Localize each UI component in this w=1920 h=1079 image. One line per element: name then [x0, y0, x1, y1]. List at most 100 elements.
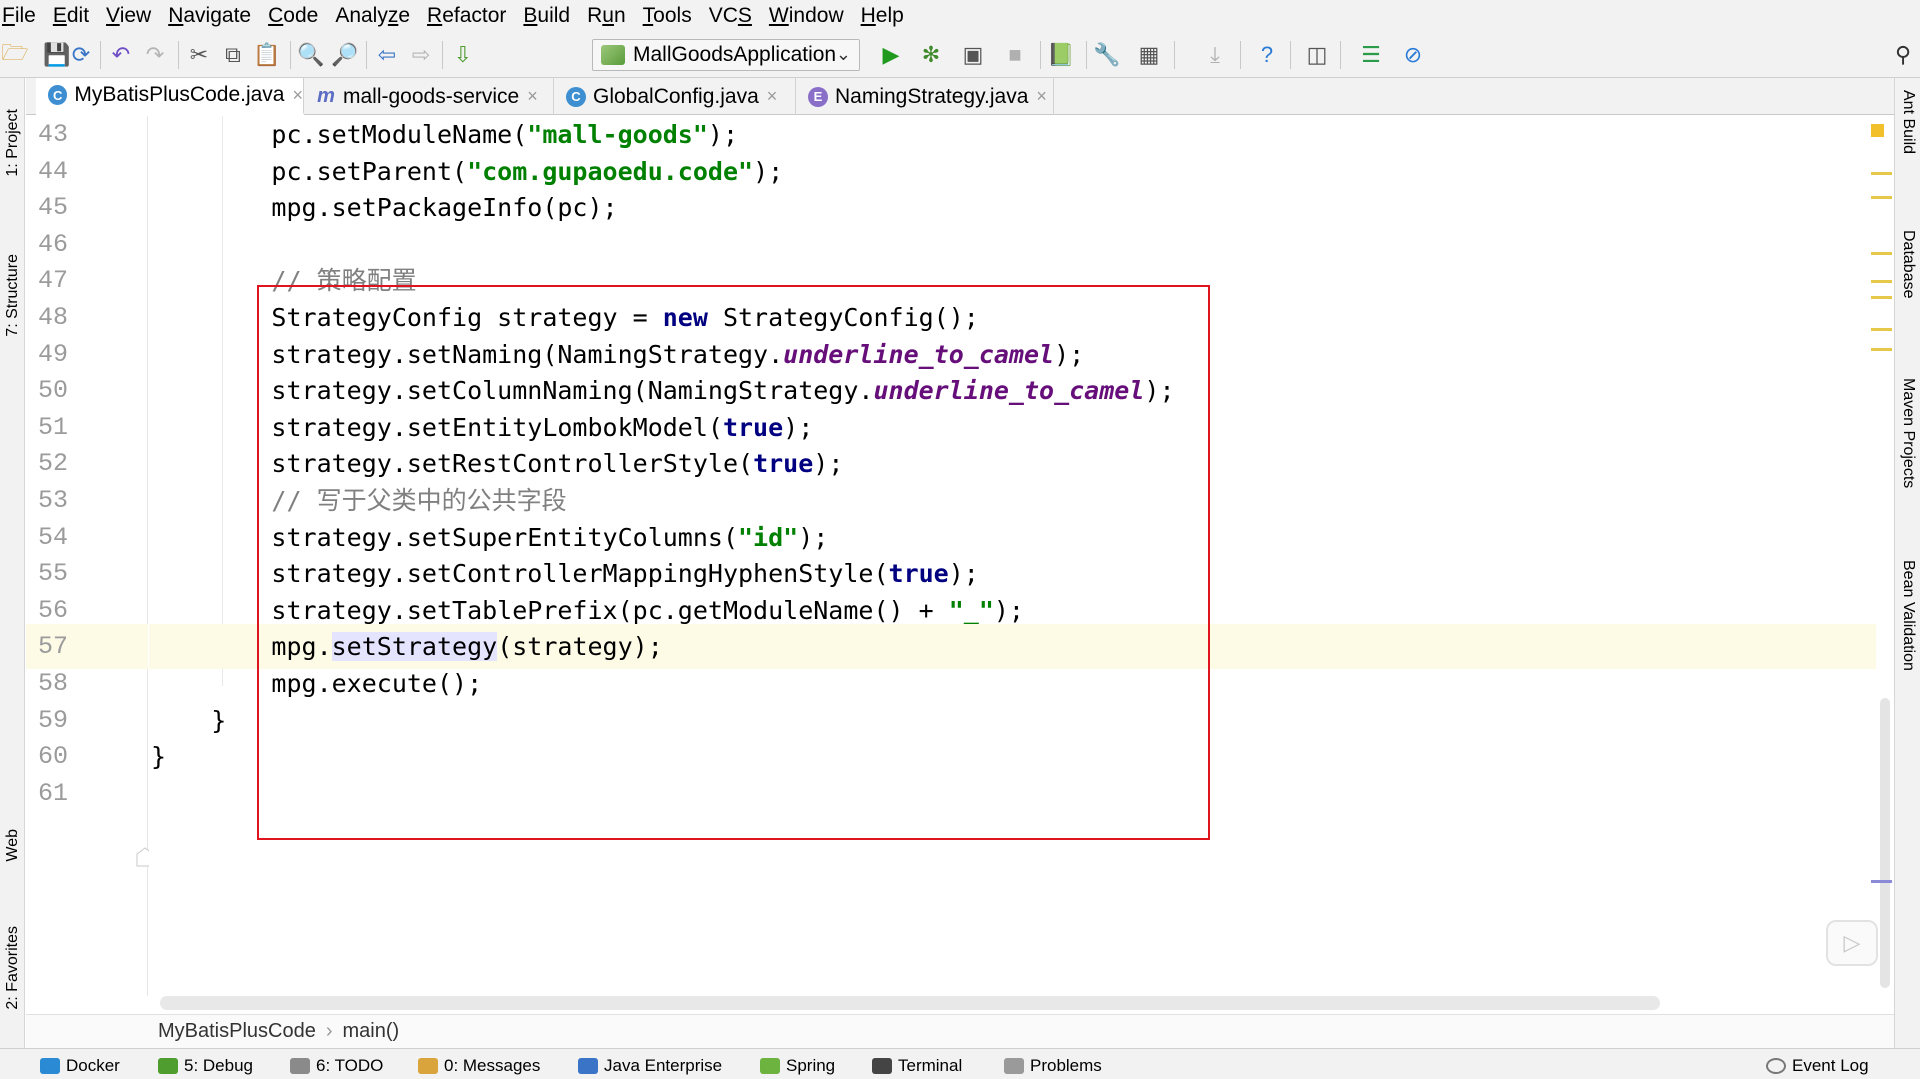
breadcrumb-method[interactable]: main(): [343, 1020, 400, 1043]
menu-file[interactable]: File: [2, 4, 47, 28]
horizontal-scrollbar[interactable]: [160, 996, 1660, 1010]
menu-tools[interactable]: Tools: [643, 4, 703, 28]
analysis-status-icon[interactable]: [1871, 124, 1884, 137]
close-icon[interactable]: ×: [767, 86, 778, 107]
tool-tab-ant-build[interactable]: Ant Build: [1895, 90, 1920, 200]
tool-window-debug[interactable]: 5: Debug: [158, 1053, 253, 1079]
scroll-marker[interactable]: [1871, 348, 1892, 351]
build-icon[interactable]: ⇩: [448, 40, 478, 70]
help-icon[interactable]: ?: [1252, 40, 1282, 70]
scroll-marker[interactable]: [1871, 252, 1892, 255]
replace-icon[interactable]: 🔎: [330, 40, 360, 70]
tool-window-docker[interactable]: Docker: [40, 1053, 120, 1079]
line-number[interactable]: 56: [26, 596, 88, 625]
search-everywhere-icon[interactable]: ⚲: [1888, 40, 1918, 70]
menu-vcs[interactable]: VCS: [709, 4, 763, 28]
run-icon[interactable]: ▶: [876, 40, 906, 70]
menu-navigate[interactable]: Navigate: [168, 4, 262, 28]
close-icon[interactable]: ×: [527, 86, 538, 107]
back-icon[interactable]: ⇦: [372, 40, 402, 70]
tool-tab-structure[interactable]: 7: Structure: [0, 228, 25, 363]
project-structure-icon[interactable]: ▦: [1134, 40, 1164, 70]
line-number[interactable]: 54: [26, 523, 88, 552]
monitor-icon[interactable]: ☰: [1356, 40, 1386, 70]
menu-run[interactable]: Run: [587, 4, 637, 28]
attach-icon[interactable]: 📗: [1046, 40, 1076, 70]
scroll-marker[interactable]: [1871, 328, 1892, 331]
tool-window-terminal[interactable]: Terminal: [872, 1053, 962, 1079]
line-number[interactable]: 45: [26, 193, 88, 222]
line-number[interactable]: 47: [26, 266, 88, 295]
tab-naming-strategy[interactable]: E NamingStrategy.java ×: [796, 78, 1054, 115]
stop-icon[interactable]: ■: [1000, 40, 1030, 70]
vertical-scrollbar[interactable]: [1876, 116, 1894, 996]
menu-analyze[interactable]: Analyze: [335, 4, 421, 28]
line-number[interactable]: 51: [26, 413, 88, 442]
line-number[interactable]: 55: [26, 559, 88, 588]
paste-icon[interactable]: 📋: [252, 40, 282, 70]
tab-mall-goods-service[interactable]: m mall-goods-service ×: [304, 78, 554, 115]
tool-tab-favorites[interactable]: 2: Favorites: [0, 908, 25, 1028]
tool-window-event-log[interactable]: Event Log: [1766, 1053, 1869, 1079]
tool-window-spring[interactable]: Spring: [760, 1053, 835, 1079]
video-play-icon[interactable]: ▷: [1826, 920, 1878, 966]
menu-code[interactable]: Code: [268, 4, 329, 28]
breadcrumb-class[interactable]: MyBatisPlusCode: [158, 1020, 316, 1043]
scroll-marker[interactable]: [1871, 196, 1892, 199]
cut-icon[interactable]: ✂: [184, 40, 214, 70]
menu-edit[interactable]: Edit: [53, 4, 100, 28]
scroll-marker[interactable]: [1871, 280, 1892, 283]
close-icon[interactable]: ×: [292, 85, 303, 106]
code-editor[interactable]: pc.setModuleName("mall-goods"); pc.setPa…: [149, 116, 1877, 996]
coverage-icon[interactable]: ▣: [958, 40, 988, 70]
tab-mybatisplus-code[interactable]: C MyBatisPlusCode.java ×: [36, 78, 304, 115]
debug-icon[interactable]: ✻: [916, 40, 946, 70]
line-number[interactable]: 57: [26, 632, 88, 661]
download-icon[interactable]: ⤓: [1200, 40, 1230, 70]
toolbar-separator: [1086, 41, 1087, 69]
line-number[interactable]: 49: [26, 340, 88, 369]
line-number[interactable]: 46: [26, 230, 88, 259]
tool-tab-maven-projects[interactable]: Maven Projects: [1895, 378, 1920, 578]
menu-build[interactable]: Build: [523, 4, 581, 28]
undo-icon[interactable]: ↶: [106, 40, 136, 70]
copy-icon[interactable]: ⧉: [218, 40, 248, 70]
tool-tab-bean-validation[interactable]: Bean Validation: [1895, 560, 1920, 780]
line-number[interactable]: 43: [26, 120, 88, 149]
tool-tab-project[interactable]: 1: Project: [0, 88, 25, 198]
line-number[interactable]: 59: [26, 706, 88, 735]
vcs-icon[interactable]: ◫: [1302, 40, 1332, 70]
menu-window[interactable]: Window: [769, 4, 855, 28]
line-number[interactable]: 52: [26, 449, 88, 478]
find-icon[interactable]: 🔍: [296, 40, 326, 70]
line-number[interactable]: 61: [26, 779, 88, 808]
line-number[interactable]: 53: [26, 486, 88, 515]
code-line[interactable]: [149, 771, 1877, 816]
line-number[interactable]: 48: [26, 303, 88, 332]
disable-icon[interactable]: ⊘: [1398, 40, 1428, 70]
tool-window-messages[interactable]: 0: Messages: [418, 1053, 540, 1079]
line-number[interactable]: 60: [26, 742, 88, 771]
scroll-marker[interactable]: [1871, 296, 1892, 299]
tool-window-java-enterprise[interactable]: Java Enterprise: [578, 1053, 722, 1079]
menu-view[interactable]: View: [106, 4, 162, 28]
menu-refactor[interactable]: Refactor: [427, 4, 517, 28]
tool-tab-web[interactable]: Web: [0, 813, 25, 878]
scrollbar-thumb[interactable]: [1880, 698, 1890, 988]
open-icon[interactable]: 🗁: [0, 40, 30, 70]
tool-tab-database[interactable]: Database: [1895, 230, 1920, 350]
run-configuration-select[interactable]: MallGoodsApplication ⌄: [592, 39, 860, 71]
settings-icon[interactable]: 🔧: [1092, 40, 1122, 70]
forward-icon[interactable]: ⇨: [406, 40, 436, 70]
close-icon[interactable]: ×: [1036, 86, 1047, 107]
tab-global-config[interactable]: C GlobalConfig.java ×: [554, 78, 796, 115]
sync-icon[interactable]: ⟳: [66, 40, 96, 70]
line-number[interactable]: 44: [26, 157, 88, 186]
line-number[interactable]: 58: [26, 669, 88, 698]
scroll-marker[interactable]: [1871, 172, 1892, 175]
tool-window-problems[interactable]: Problems: [1004, 1053, 1102, 1079]
line-number[interactable]: 50: [26, 376, 88, 405]
menu-help[interactable]: Help: [861, 4, 915, 28]
redo-icon[interactable]: ↷: [140, 40, 170, 70]
tool-window-todo[interactable]: 6: TODO: [290, 1053, 383, 1079]
